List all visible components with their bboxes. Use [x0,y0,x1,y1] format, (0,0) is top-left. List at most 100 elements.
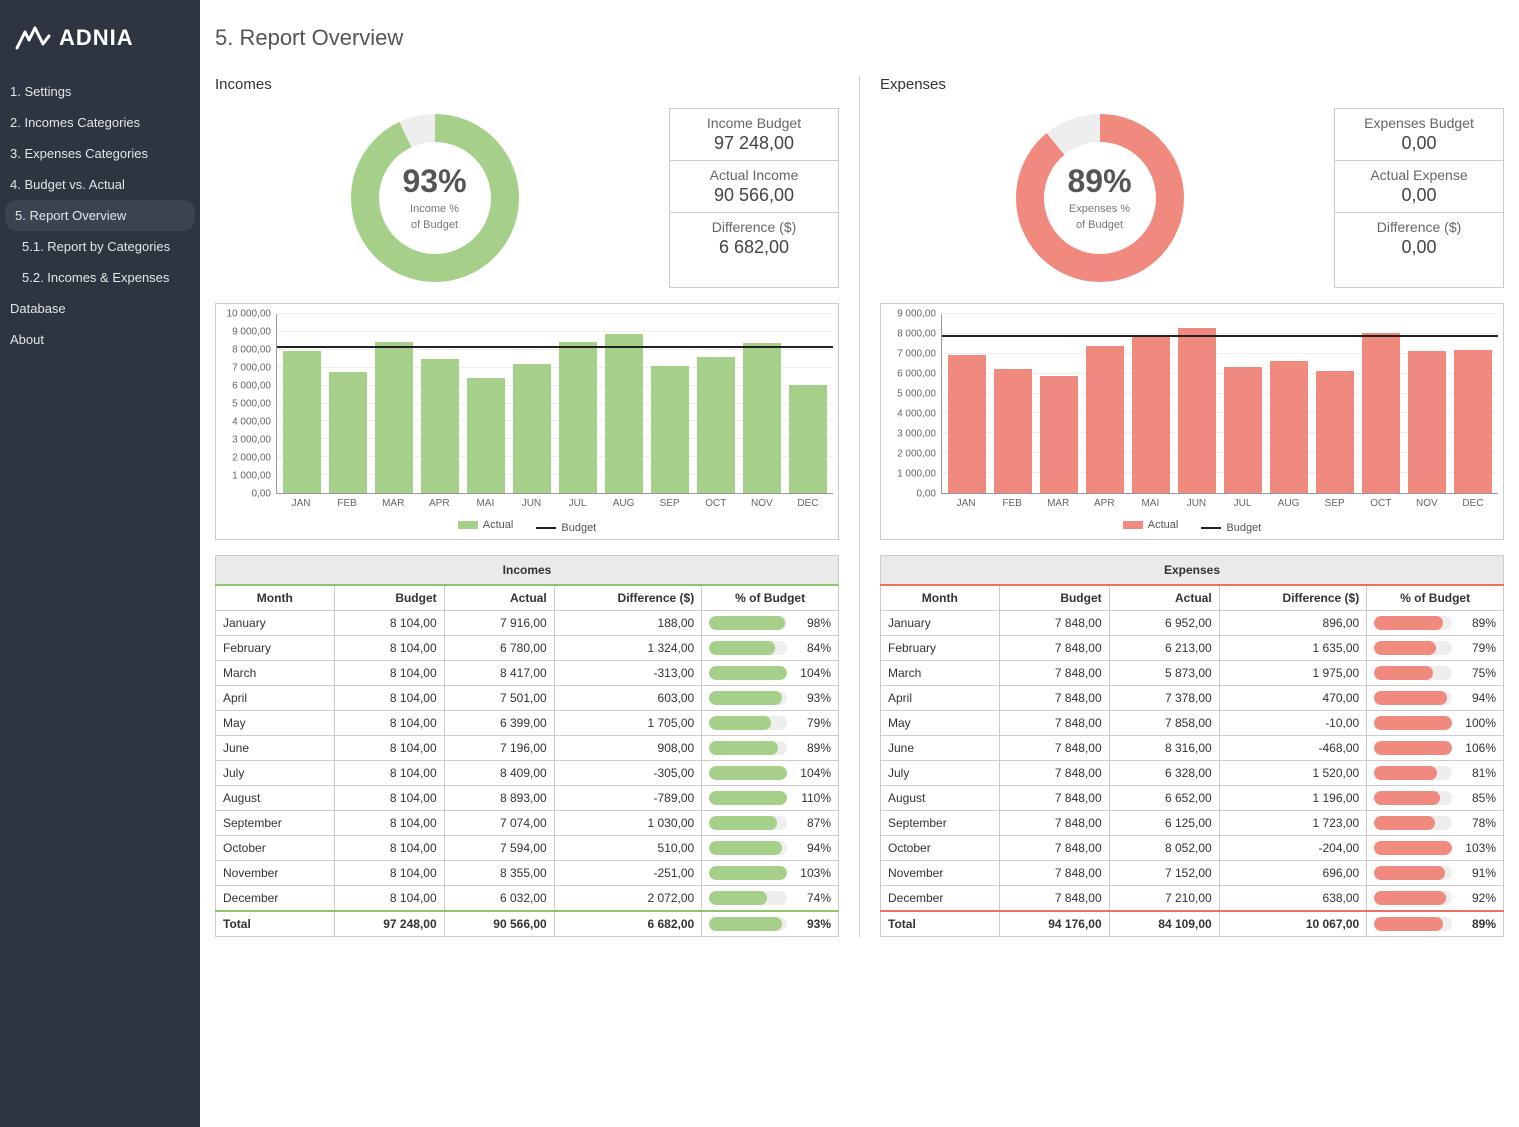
summary-cell: Actual Income90 566,00 [670,161,838,213]
y-tick: 2 000,00 [897,449,936,460]
x-label: AUG [1266,498,1312,509]
expenses-panel: Expenses 89% Expenses % of Budget [880,76,1504,937]
nav-item-8[interactable]: About [0,324,200,355]
y-tick: 2 000,00 [232,453,271,464]
bar [1408,351,1446,493]
y-tick: 9 000,00 [897,309,936,320]
nav-item-4[interactable]: 5. Report Overview [5,200,195,231]
bar [605,334,643,493]
expense-donut: 89% Expenses % of Budget [880,108,1319,288]
table-row: July7 848,006 328,001 520,0081% [881,761,1504,786]
nav-item-6[interactable]: 5.2. Incomes & Expenses [0,262,200,293]
budget-line [942,335,1498,337]
x-label: FEB [989,498,1035,509]
bar [1454,350,1492,493]
y-tick: 0,00 [252,489,271,500]
table-header: Budget [999,585,1109,611]
expense-table-title: Expenses [881,556,1504,586]
nav-item-1[interactable]: 2. Incomes Categories [0,107,200,138]
x-label: JAN [278,498,324,509]
y-tick: 6 000,00 [232,381,271,392]
panel-divider [859,76,860,937]
y-tick: 7 000,00 [897,349,936,360]
nav-item-7[interactable]: Database [0,293,200,324]
bar [948,355,986,493]
bar [329,372,367,493]
income-donut: 93% Income % of Budget [215,108,654,288]
x-label: OCT [693,498,739,509]
table-row: October7 848,008 052,00-204,00103% [881,836,1504,861]
table-row: February7 848,006 213,001 635,0079% [881,636,1504,661]
nav-item-0[interactable]: 1. Settings [0,76,200,107]
bar [421,359,459,493]
x-label: MAI [1127,498,1173,509]
table-row: September8 104,007 074,001 030,0087% [216,811,839,836]
y-tick: 3 000,00 [897,429,936,440]
x-label: JUN [508,498,554,509]
nav-item-3[interactable]: 4. Budget vs. Actual [0,169,200,200]
bar [994,369,1032,493]
x-label: NOV [739,498,785,509]
income-donut-pct: 93% [402,163,466,200]
expense-table: Expenses MonthBudgetActualDifference ($)… [880,555,1504,937]
summary-cell: Difference ($)0,00 [1335,213,1503,264]
table-row: May8 104,006 399,001 705,0079% [216,711,839,736]
summary-cell: Income Budget97 248,00 [670,109,838,161]
bar [1178,328,1216,493]
income-donut-label2: of Budget [402,219,466,233]
x-label: MAR [370,498,416,509]
expense-donut-label1: Expenses % [1067,202,1131,216]
x-label: APR [1081,498,1127,509]
y-tick: 5 000,00 [232,399,271,410]
x-label: NOV [1404,498,1450,509]
bar [1224,367,1262,493]
y-tick: 8 000,00 [897,329,936,340]
table-row: February8 104,006 780,001 324,0084% [216,636,839,661]
x-label: DEC [1450,498,1496,509]
incomes-title: Incomes [215,76,839,93]
expense-donut-pct: 89% [1067,163,1131,200]
bar [375,342,413,493]
table-row: January8 104,007 916,00188,0098% [216,611,839,636]
legend-actual: Actual [458,519,514,531]
x-label: DEC [785,498,831,509]
table-row: September7 848,006 125,001 723,0078% [881,811,1504,836]
table-row: January7 848,006 952,00896,0089% [881,611,1504,636]
x-label: MAI [462,498,508,509]
bar [1086,346,1124,493]
y-tick: 4 000,00 [232,417,271,428]
nav-item-5[interactable]: 5.1. Report by Categories [0,231,200,262]
y-tick: 3 000,00 [232,435,271,446]
table-row: March8 104,008 417,00-313,00104% [216,661,839,686]
x-label: SEP [1312,498,1358,509]
table-row: April8 104,007 501,00603,0093% [216,686,839,711]
table-header: Budget [334,585,444,611]
table-row: July8 104,008 409,00-305,00104% [216,761,839,786]
table-row: December8 104,006 032,002 072,0074% [216,886,839,912]
table-header: % of Budget [1367,585,1504,611]
y-tick: 8 000,00 [232,345,271,356]
budget-line [277,346,833,348]
y-tick: 9 000,00 [232,327,271,338]
bar [467,378,505,493]
expense-bar-chart: 0,001 000,002 000,003 000,004 000,005 00… [880,303,1504,540]
income-table-title: Incomes [216,556,839,586]
summary-cell: Actual Expense0,00 [1335,161,1503,213]
bar [283,351,321,493]
legend-budget: Budget [536,522,596,534]
bar [789,385,827,493]
bar [513,364,551,493]
y-tick: 1 000,00 [232,471,271,482]
table-row: August8 104,008 893,00-789,00110% [216,786,839,811]
bar [697,357,735,493]
table-row: June7 848,008 316,00-468,00106% [881,736,1504,761]
x-label: JAN [943,498,989,509]
nav-item-2[interactable]: 3. Expenses Categories [0,138,200,169]
table-row: November8 104,008 355,00-251,00103% [216,861,839,886]
bar [651,366,689,493]
y-tick: 0,00 [917,489,936,500]
y-tick: 4 000,00 [897,409,936,420]
main-content: 5. Report Overview Incomes 93% [200,0,1519,1127]
table-header: Month [216,585,335,611]
legend-actual: Actual [1123,519,1179,531]
